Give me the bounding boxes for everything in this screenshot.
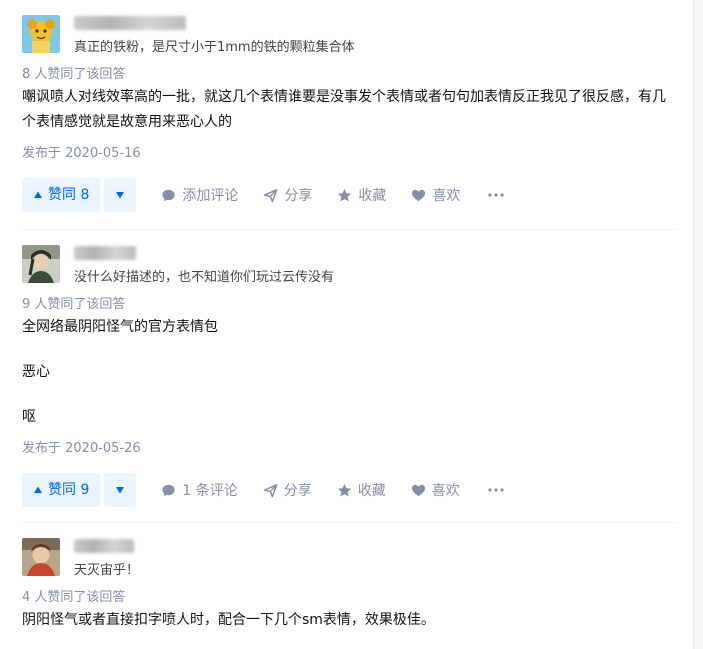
answer-item: 没什么好描述的，也不知道你们玩过云传没有 9 人赞同了该回答 全网络最阴阳怪气的… — [22, 245, 676, 507]
heart-icon — [412, 189, 426, 201]
answer-list: 真正的铁粉，是尺寸小于1mm的铁的颗粒集合体 8 人赞同了该回答 嘲讽喷人对线效… — [0, 0, 694, 649]
author-headline: 没什么好描述的，也不知道你们玩过云传没有 — [74, 270, 335, 285]
answer-paragraph: 呕 — [22, 409, 36, 425]
avatar[interactable] — [22, 15, 60, 53]
answer-paragraph: 嘲讽喷人对线效率高的一批，就这几个表情谁要是没事发个表情或者句句加表情反正我见了… — [22, 89, 666, 130]
comment-icon — [162, 484, 175, 496]
answer-content: 嘲讽喷人对线效率高的一批，就这几个表情谁要是没事发个表情或者句句加表情反正我见了… — [22, 85, 676, 135]
comment-label: 1 条评论 — [182, 483, 238, 499]
comment-icon — [162, 189, 175, 201]
like-button[interactable]: 喜欢 — [411, 480, 460, 500]
upvote-label: 赞同 8 — [48, 187, 90, 203]
author-headline: 天灭宙乎！ — [74, 563, 140, 578]
share-icon — [263, 483, 278, 497]
like-button[interactable]: 喜欢 — [411, 185, 460, 205]
author-name-redacted[interactable] — [74, 16, 186, 30]
author-info: 没什么好描述的，也不知道你们玩过云传没有 — [22, 245, 676, 285]
vote-count-text: 4 人赞同了该回答 — [22, 590, 126, 605]
downvote-button[interactable] — [104, 473, 137, 507]
answer-paragraph: 全网络最阴阳怪气的官方表情包 — [22, 319, 218, 335]
upvote-label: 赞同 9 — [48, 482, 90, 498]
author-name-redacted[interactable] — [74, 539, 134, 553]
comment-button[interactable]: 添加评论 — [161, 185, 238, 205]
answer-item: 真正的铁粉，是尺寸小于1mm的铁的颗粒集合体 8 人赞同了该回答 嘲讽喷人对线效… — [22, 15, 676, 212]
answer-paragraph: 恶心 — [22, 364, 50, 380]
favorite-button[interactable]: 收藏 — [337, 480, 386, 500]
author-name-redacted[interactable] — [74, 246, 136, 260]
triangle-up-icon — [34, 191, 42, 198]
avatar[interactable] — [22, 245, 60, 283]
like-label: 喜欢 — [432, 188, 461, 204]
favorite-label: 收藏 — [357, 483, 386, 499]
author-info: 真正的铁粉，是尺寸小于1mm的铁的颗粒集合体 — [22, 15, 676, 55]
avatar[interactable] — [22, 538, 60, 576]
comment-label: 添加评论 — [182, 188, 239, 204]
share-label: 分享 — [284, 188, 313, 204]
share-icon — [264, 188, 278, 202]
downvote-button[interactable] — [104, 178, 137, 212]
vote-count-text: 8 人赞同了该回答 — [22, 67, 126, 82]
action-bar: 赞同 9 1 条评论 分享 收藏 喜欢 — [22, 473, 676, 507]
answer-divider — [22, 229, 676, 230]
more-icon — [488, 488, 504, 492]
favorite-button[interactable]: 收藏 — [337, 185, 386, 205]
star-icon — [338, 188, 352, 201]
upvote-button[interactable]: 赞同 8 — [22, 178, 101, 212]
triangle-up-icon — [34, 486, 42, 493]
publish-date[interactable]: 发布于 2020-05-26 — [22, 439, 676, 459]
comment-button[interactable]: 1 条评论 — [161, 480, 238, 500]
heart-icon — [411, 484, 425, 496]
more-button[interactable] — [488, 488, 504, 492]
share-label: 分享 — [283, 483, 312, 499]
share-button[interactable]: 分享 — [263, 480, 312, 500]
answer-content: 阴阳怪气或者直接扣字喷人时，配合一下几个sm表情，效果极佳。 — [22, 608, 676, 633]
star-icon — [337, 483, 351, 496]
author-info: 天灭宙乎！ — [22, 538, 676, 578]
answer-paragraph: 阴阳怪气或者直接扣字喷人时，配合一下几个sm表情，效果极佳。 — [22, 612, 435, 628]
answer-divider — [22, 522, 676, 523]
action-bar: 赞同 8 添加评论 分享 收藏 喜欢 — [22, 178, 676, 212]
publish-date[interactable]: 发布于 2020-05-16 — [22, 144, 676, 164]
upvote-button[interactable]: 赞同 9 — [22, 473, 101, 507]
more-button[interactable] — [488, 193, 504, 197]
favorite-label: 收藏 — [358, 188, 387, 204]
triangle-down-icon — [116, 487, 125, 494]
author-headline: 真正的铁粉，是尺寸小于1mm的铁的颗粒集合体 — [74, 40, 355, 55]
like-label: 喜欢 — [431, 483, 460, 499]
triangle-down-icon — [116, 192, 125, 199]
answer-content: 全网络最阴阳怪气的官方表情包 恶心 呕 — [22, 315, 676, 430]
share-button[interactable]: 分享 — [263, 185, 312, 205]
vote-count-text: 9 人赞同了该回答 — [22, 297, 126, 312]
more-icon — [488, 193, 504, 197]
answer-item: 天灭宙乎！ 4 人赞同了该回答 阴阳怪气或者直接扣字喷人时，配合一下几个sm表情… — [22, 538, 676, 633]
